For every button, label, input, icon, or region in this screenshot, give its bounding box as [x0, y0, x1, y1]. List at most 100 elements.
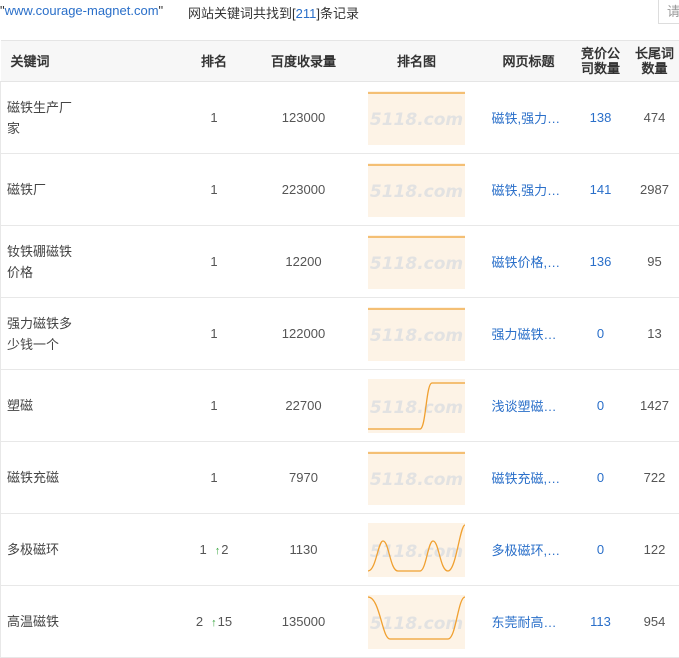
- table-row: 多极磁环1↑211305118.com多极磁环,多极充磁磁环0122: [1, 514, 679, 586]
- rank-chart-cell[interactable]: 5118.com: [348, 298, 486, 370]
- rank-change-value: 2: [221, 542, 228, 557]
- keyword-text: 钕铁硼磁铁: [7, 244, 72, 259]
- page-title-cell[interactable]: 磁铁,强力磁铁,磁铁厂家: [486, 82, 572, 154]
- domain-label[interactable]: "www.courage-magnet.com": [0, 3, 163, 18]
- page-title-link[interactable]: 东莞耐高温磁铁厂家: [492, 612, 566, 631]
- keyword-cell[interactable]: 强力磁铁多少钱一个: [1, 298, 169, 370]
- bid-companies-link[interactable]: 0: [572, 442, 630, 514]
- table-row: 钕铁硼磁铁价格 1 12200 5118.com 磁铁价格,钕铁硼磁铁价格 13695: [1, 226, 679, 298]
- rank-trend-chart: 5118.com: [368, 91, 465, 145]
- bid-companies-link[interactable]: 136: [572, 226, 630, 298]
- rank-change-value: 15: [218, 614, 232, 629]
- baidu-index-cell: 123000: [260, 82, 348, 154]
- bid-companies-link[interactable]: 0: [572, 298, 630, 370]
- bid-companies-link[interactable]: 0: [572, 514, 630, 586]
- keyword-text: 强力磁铁多: [7, 316, 72, 331]
- rank-chart-cell[interactable]: 5118.com: [348, 370, 486, 442]
- longtail-count-cell: 95: [630, 226, 679, 298]
- rank-trend-chart: 5118.com: [368, 595, 465, 649]
- col-rank[interactable]: 排名: [169, 41, 260, 82]
- bid-companies-link[interactable]: 141: [572, 154, 630, 226]
- rank-trend-chart: 5118.com: [368, 379, 465, 433]
- keyword-cell[interactable]: 磁铁厂: [1, 154, 169, 226]
- table-row: 磁铁厂 1223000 5118.com 磁铁,强力磁铁,磁铁厂家 1412987: [1, 154, 679, 226]
- rank-cell: 1: [169, 370, 260, 442]
- page-title-cell[interactable]: 多极磁环,多极充磁磁环: [486, 514, 572, 586]
- bid-companies-link[interactable]: 0: [572, 370, 630, 442]
- rank-chart-cell[interactable]: 5118.com: [348, 82, 486, 154]
- rank-cell: 1: [169, 226, 260, 298]
- rank-value: 1: [200, 542, 207, 557]
- rank-trend-chart: 5118.com: [368, 451, 465, 505]
- table-row: 塑磁122700 5118.com 浅谈塑磁的应用 01427: [1, 370, 679, 442]
- page-title-cell[interactable]: 磁铁,强力磁铁,磁铁厂家: [486, 154, 572, 226]
- page-title-link[interactable]: 磁铁充磁,充磁方向: [492, 468, 566, 487]
- watermark-text: 5118.com: [370, 110, 463, 130]
- keyword-cell[interactable]: 塑磁: [1, 370, 169, 442]
- watermark-text: 5118.com: [370, 254, 463, 274]
- keyword-text-cont: 家: [7, 121, 20, 136]
- rank-up-arrow-icon: ↑2: [215, 545, 229, 557]
- rank-trend-chart: 5118.com: [368, 307, 465, 361]
- watermark-text: 5118.com: [370, 398, 463, 418]
- watermark-text: 5118.com: [370, 182, 463, 202]
- page-title-link[interactable]: 多极磁环,多极充磁磁环: [492, 540, 566, 559]
- rank-up-arrow-icon: ↑15: [211, 617, 232, 629]
- rank-cell: 1: [169, 82, 260, 154]
- longtail-count-cell: 13: [630, 298, 679, 370]
- page-title-link[interactable]: 磁铁价格,钕铁硼磁铁价格: [492, 252, 566, 271]
- page-title-cell[interactable]: 强力磁铁多少钱一个: [486, 298, 572, 370]
- keyword-text: 磁铁充磁: [7, 470, 59, 485]
- rank-value: 2: [196, 614, 203, 629]
- rank-chart-cell[interactable]: 5118.com: [348, 226, 486, 298]
- watermark-text: 5118.com: [370, 470, 463, 490]
- result-count: 211: [296, 6, 317, 21]
- rank-cell: 1: [169, 298, 260, 370]
- table-header-row: 关键词 排名 百度收录量 排名图 网页标题 竞价公司数量 长尾词数量: [1, 41, 679, 82]
- watermark-text: 5118.com: [370, 542, 463, 562]
- table-row: 磁铁生产厂家11230005118.com磁铁,强力磁铁,磁铁厂家138474: [1, 82, 679, 154]
- rank-trend-chart: 5118.com: [368, 235, 465, 289]
- page-title-link[interactable]: 磁铁,强力磁铁,磁铁厂家: [492, 180, 566, 199]
- keyword-text-cont: 价格: [7, 265, 33, 280]
- col-baidu-index[interactable]: 百度收录量: [260, 41, 348, 82]
- longtail-count-cell: 722: [630, 442, 679, 514]
- longtail-count-cell: 1427: [630, 370, 679, 442]
- rank-cell: 1: [169, 154, 260, 226]
- page-title-cell[interactable]: 浅谈塑磁的应用: [486, 370, 572, 442]
- keyword-cell[interactable]: 钕铁硼磁铁价格: [1, 226, 169, 298]
- keyword-text: 多极磁环: [7, 542, 59, 557]
- col-rank-chart: 排名图: [348, 41, 486, 82]
- longtail-count-cell: 2987: [630, 154, 679, 226]
- baidu-index-cell: 223000: [260, 154, 348, 226]
- top-bar: "www.courage-magnet.com" 网站关键词共找到[211]条记…: [0, 0, 679, 32]
- keyword-cell[interactable]: 磁铁充磁: [1, 442, 169, 514]
- keyword-cell[interactable]: 多极磁环: [1, 514, 169, 586]
- rank-chart-cell[interactable]: 5118.com: [348, 442, 486, 514]
- page-title-link[interactable]: 强力磁铁多少钱一个: [492, 324, 566, 343]
- search-input[interactable]: 请: [658, 0, 679, 24]
- bid-companies-link[interactable]: 138: [572, 82, 630, 154]
- page-title-link[interactable]: 磁铁,强力磁铁,磁铁厂家: [492, 108, 566, 127]
- baidu-index-cell: 22700: [260, 370, 348, 442]
- col-page-title: 网页标题: [486, 41, 572, 82]
- rank-value: 1: [210, 470, 217, 485]
- rank-cell: 1: [169, 442, 260, 514]
- col-longtail[interactable]: 长尾词数量: [630, 41, 679, 82]
- page-title-cell[interactable]: 磁铁充磁,充磁方向: [486, 442, 572, 514]
- col-keyword[interactable]: 关键词: [1, 41, 169, 82]
- rank-chart-cell[interactable]: 5118.com: [348, 154, 486, 226]
- rank-chart-cell[interactable]: 5118.com: [348, 514, 486, 586]
- baidu-index-cell: 12200: [260, 226, 348, 298]
- keyword-text: 磁铁厂: [7, 182, 46, 197]
- rank-value: 1: [210, 254, 217, 269]
- baidu-index-cell: 1130: [260, 514, 348, 586]
- keyword-cell[interactable]: 磁铁生产厂家: [1, 82, 169, 154]
- keyword-text-cont: 少钱一个: [7, 337, 59, 352]
- page-title-cell[interactable]: 磁铁价格,钕铁硼磁铁价格: [486, 226, 572, 298]
- result-summary: 网站关键词共找到[211]条记录: [188, 3, 359, 22]
- keyword-text: 磁铁生产厂: [7, 100, 72, 115]
- page-title-link[interactable]: 浅谈塑磁的应用: [492, 396, 566, 415]
- col-bid-companies[interactable]: 竞价公司数量: [572, 41, 630, 82]
- rank-cell: 1 ↑2: [169, 514, 260, 586]
